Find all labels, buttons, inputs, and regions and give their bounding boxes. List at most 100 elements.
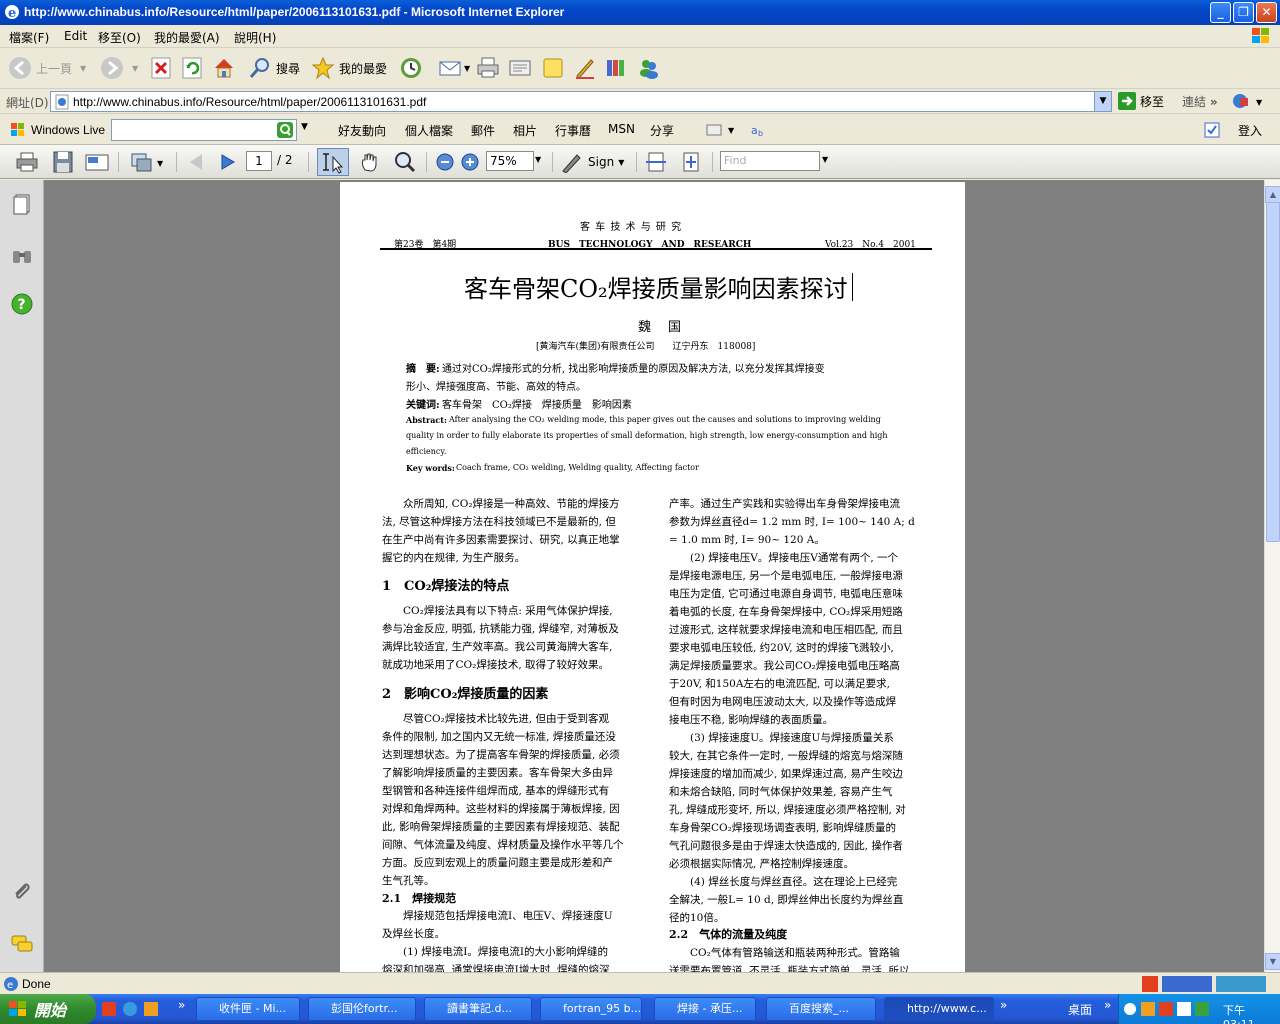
go-label: 移至 bbox=[1140, 94, 1165, 109]
print-icon[interactable] bbox=[14, 150, 40, 174]
close-button[interactable]: ✕ bbox=[1256, 2, 1277, 23]
help-icon[interactable]: ? bbox=[10, 292, 34, 316]
live-item-msn[interactable]: MSN bbox=[608, 122, 635, 136]
zoom-tool-icon[interactable] bbox=[392, 150, 418, 174]
quick-launch-more[interactable]: » bbox=[178, 998, 185, 1012]
menu-favorites[interactable]: 我的最愛(A) bbox=[154, 29, 220, 46]
zoom-out-icon[interactable] bbox=[433, 150, 459, 174]
collaborate-icon[interactable]: ▼ bbox=[130, 150, 166, 174]
edit-button[interactable] bbox=[508, 54, 532, 82]
live-item-mail[interactable]: 郵件 bbox=[471, 122, 495, 139]
taskbar-item-word[interactable]: 讀書筆記.d... bbox=[424, 997, 532, 1021]
sign-button[interactable]: Sign ▼ bbox=[560, 151, 624, 173]
menu-help[interactable]: 說明(H) bbox=[234, 29, 276, 46]
live-item-photos[interactable]: 相片 bbox=[513, 122, 537, 139]
translate-icon[interactable]: ▼ bbox=[1232, 93, 1268, 109]
hand-tool-icon[interactable] bbox=[357, 150, 383, 174]
live-search-input[interactable] bbox=[111, 119, 297, 141]
fit-width-icon[interactable] bbox=[643, 150, 669, 174]
windows-live-brand[interactable]: Windows Live bbox=[10, 122, 105, 138]
quick-launch-icons[interactable] bbox=[102, 1001, 172, 1017]
pdf-document-area[interactable]: 客 车 技 术 与 研 究 第23卷 第4期 BUS TECHNOLOGY AN… bbox=[44, 180, 1264, 972]
taskbar-item-pdf[interactable]: fortran_95 b... bbox=[540, 997, 642, 1021]
start-button[interactable]: 開始 bbox=[0, 994, 96, 1024]
page-number-input[interactable]: 1 bbox=[246, 151, 272, 171]
back-button[interactable]: 上一頁 ▼ bbox=[8, 54, 86, 82]
pdf-page-icon bbox=[55, 94, 69, 110]
scroll-thumb[interactable] bbox=[1266, 202, 1280, 542]
next-page-icon[interactable] bbox=[215, 150, 241, 174]
search-button[interactable]: 搜尋 bbox=[248, 54, 300, 82]
text-line: 此, 影响骨架焊接质量的主要因素有焊接规范、装配 bbox=[382, 821, 620, 833]
scroll-up-button[interactable]: ▲ bbox=[1265, 186, 1280, 203]
find-dropdown-button[interactable]: ▼ bbox=[822, 155, 828, 164]
maximize-button[interactable]: ❐ bbox=[1233, 2, 1254, 23]
menu-file[interactable]: 檔案(F) bbox=[9, 29, 49, 46]
taskbar-item-outlook[interactable]: 收件匣 - Mi... bbox=[196, 997, 300, 1021]
address-input[interactable]: http://www.chinabus.info/Resource/html/p… bbox=[50, 91, 1112, 112]
taskbar-item-folder[interactable]: 彭国伦fortr... bbox=[308, 997, 416, 1021]
previous-page-icon[interactable] bbox=[184, 150, 210, 174]
text-line: 孔, 焊缝成形变坏, 所以, 焊接速度必须严格控制, 对 bbox=[669, 804, 906, 816]
live-item-calendar[interactable]: 行事曆 bbox=[555, 122, 591, 139]
comments-icon[interactable] bbox=[10, 932, 34, 956]
svg-text:a: a bbox=[751, 124, 758, 137]
spellcheck-icon[interactable]: ab bbox=[750, 122, 766, 138]
binoculars-icon[interactable] bbox=[10, 244, 34, 268]
links-button[interactable]: 連結 » bbox=[1182, 93, 1218, 110]
taskbar-item-ie-baidu[interactable]: 百度搜索_... bbox=[766, 997, 876, 1021]
zoom-level-input[interactable]: 75% bbox=[486, 151, 534, 171]
email-icon[interactable] bbox=[84, 150, 110, 174]
live-options-icon[interactable]: ▼ bbox=[706, 123, 738, 137]
research-button[interactable] bbox=[604, 54, 628, 82]
pages-icon[interactable] bbox=[10, 192, 34, 216]
scroll-down-button[interactable]: ▼ bbox=[1265, 953, 1280, 970]
refresh-button[interactable] bbox=[181, 54, 203, 82]
select-tool-button[interactable] bbox=[317, 148, 349, 176]
find-input[interactable]: Find bbox=[720, 151, 820, 171]
zoom-in-icon[interactable] bbox=[458, 150, 484, 174]
system-tray: 下午 03:11 bbox=[1118, 994, 1280, 1024]
menu-edit[interactable]: Edit bbox=[64, 29, 87, 43]
stop-button[interactable] bbox=[150, 54, 172, 82]
address-dropdown-button[interactable]: ▼ bbox=[1094, 92, 1111, 111]
attachment-icon[interactable] bbox=[10, 880, 34, 904]
vertical-scrollbar[interactable]: ▲ ▼ bbox=[1264, 180, 1280, 972]
desktop-toolbar-more[interactable]: » bbox=[1104, 998, 1111, 1012]
text-line: 熔深和加强高, 通常焊接电流I增大时, 焊缝的熔深 bbox=[382, 964, 610, 972]
paper-title: 客车骨架CO₂焊接质量影响因素探讨 bbox=[464, 275, 848, 303]
msn-messenger-button[interactable] bbox=[637, 54, 661, 82]
discuss-button[interactable] bbox=[541, 54, 565, 82]
live-item-profile[interactable]: 個人檔案 bbox=[405, 122, 453, 139]
checkbox-icon[interactable] bbox=[1204, 122, 1220, 138]
taskbar-more[interactable]: » bbox=[1000, 998, 1007, 1012]
edit-page-icon bbox=[509, 60, 531, 76]
journal-name: 客 车 技 术 与 研 究 bbox=[580, 222, 683, 233]
menu-goto[interactable]: 移至(O) bbox=[98, 29, 141, 46]
zoom-dropdown-button[interactable]: ▼ bbox=[535, 155, 541, 164]
text-line: 在生产中尚有许多因素需要探讨、研究, 以真正地掌 bbox=[382, 534, 620, 546]
save-icon[interactable] bbox=[50, 150, 76, 174]
taskbar-item-ie-welding[interactable]: 焊接 - 承压... bbox=[654, 997, 756, 1021]
history-button[interactable] bbox=[399, 54, 423, 82]
fit-page-icon[interactable] bbox=[678, 150, 704, 174]
live-item-friends[interactable]: 好友動向 bbox=[338, 122, 386, 139]
minimize-button[interactable]: _ bbox=[1210, 2, 1231, 23]
messenger-button[interactable] bbox=[573, 54, 597, 82]
text-line: 众所周知, CO₂焊接是一种高效、节能的焊接方 bbox=[382, 498, 620, 510]
favorites-button[interactable]: 我的最愛 bbox=[311, 54, 387, 82]
forward-button[interactable]: ▼ bbox=[100, 54, 138, 82]
sign-in-link[interactable]: 登入 bbox=[1238, 122, 1262, 139]
go-button[interactable]: 移至 bbox=[1118, 92, 1164, 110]
print-button[interactable] bbox=[476, 54, 500, 82]
live-item-share[interactable]: 分享 bbox=[650, 122, 674, 139]
taskbar-item-ie-chinabus[interactable]: http://www.c... bbox=[884, 997, 994, 1021]
live-search-dropdown[interactable]: ▼ bbox=[301, 122, 308, 132]
text-line: 及焊丝长度。 bbox=[382, 928, 445, 940]
mail-button[interactable]: ▼ bbox=[438, 54, 470, 82]
text-line: 但有时因为电网电压波动太大, 以及操作等造成焊 bbox=[669, 696, 897, 708]
tray-icons[interactable] bbox=[1123, 1001, 1213, 1017]
desktop-toolbar[interactable]: 桌面 bbox=[1068, 1001, 1092, 1018]
home-button[interactable] bbox=[212, 54, 236, 82]
live-search-go-button[interactable] bbox=[277, 122, 293, 138]
